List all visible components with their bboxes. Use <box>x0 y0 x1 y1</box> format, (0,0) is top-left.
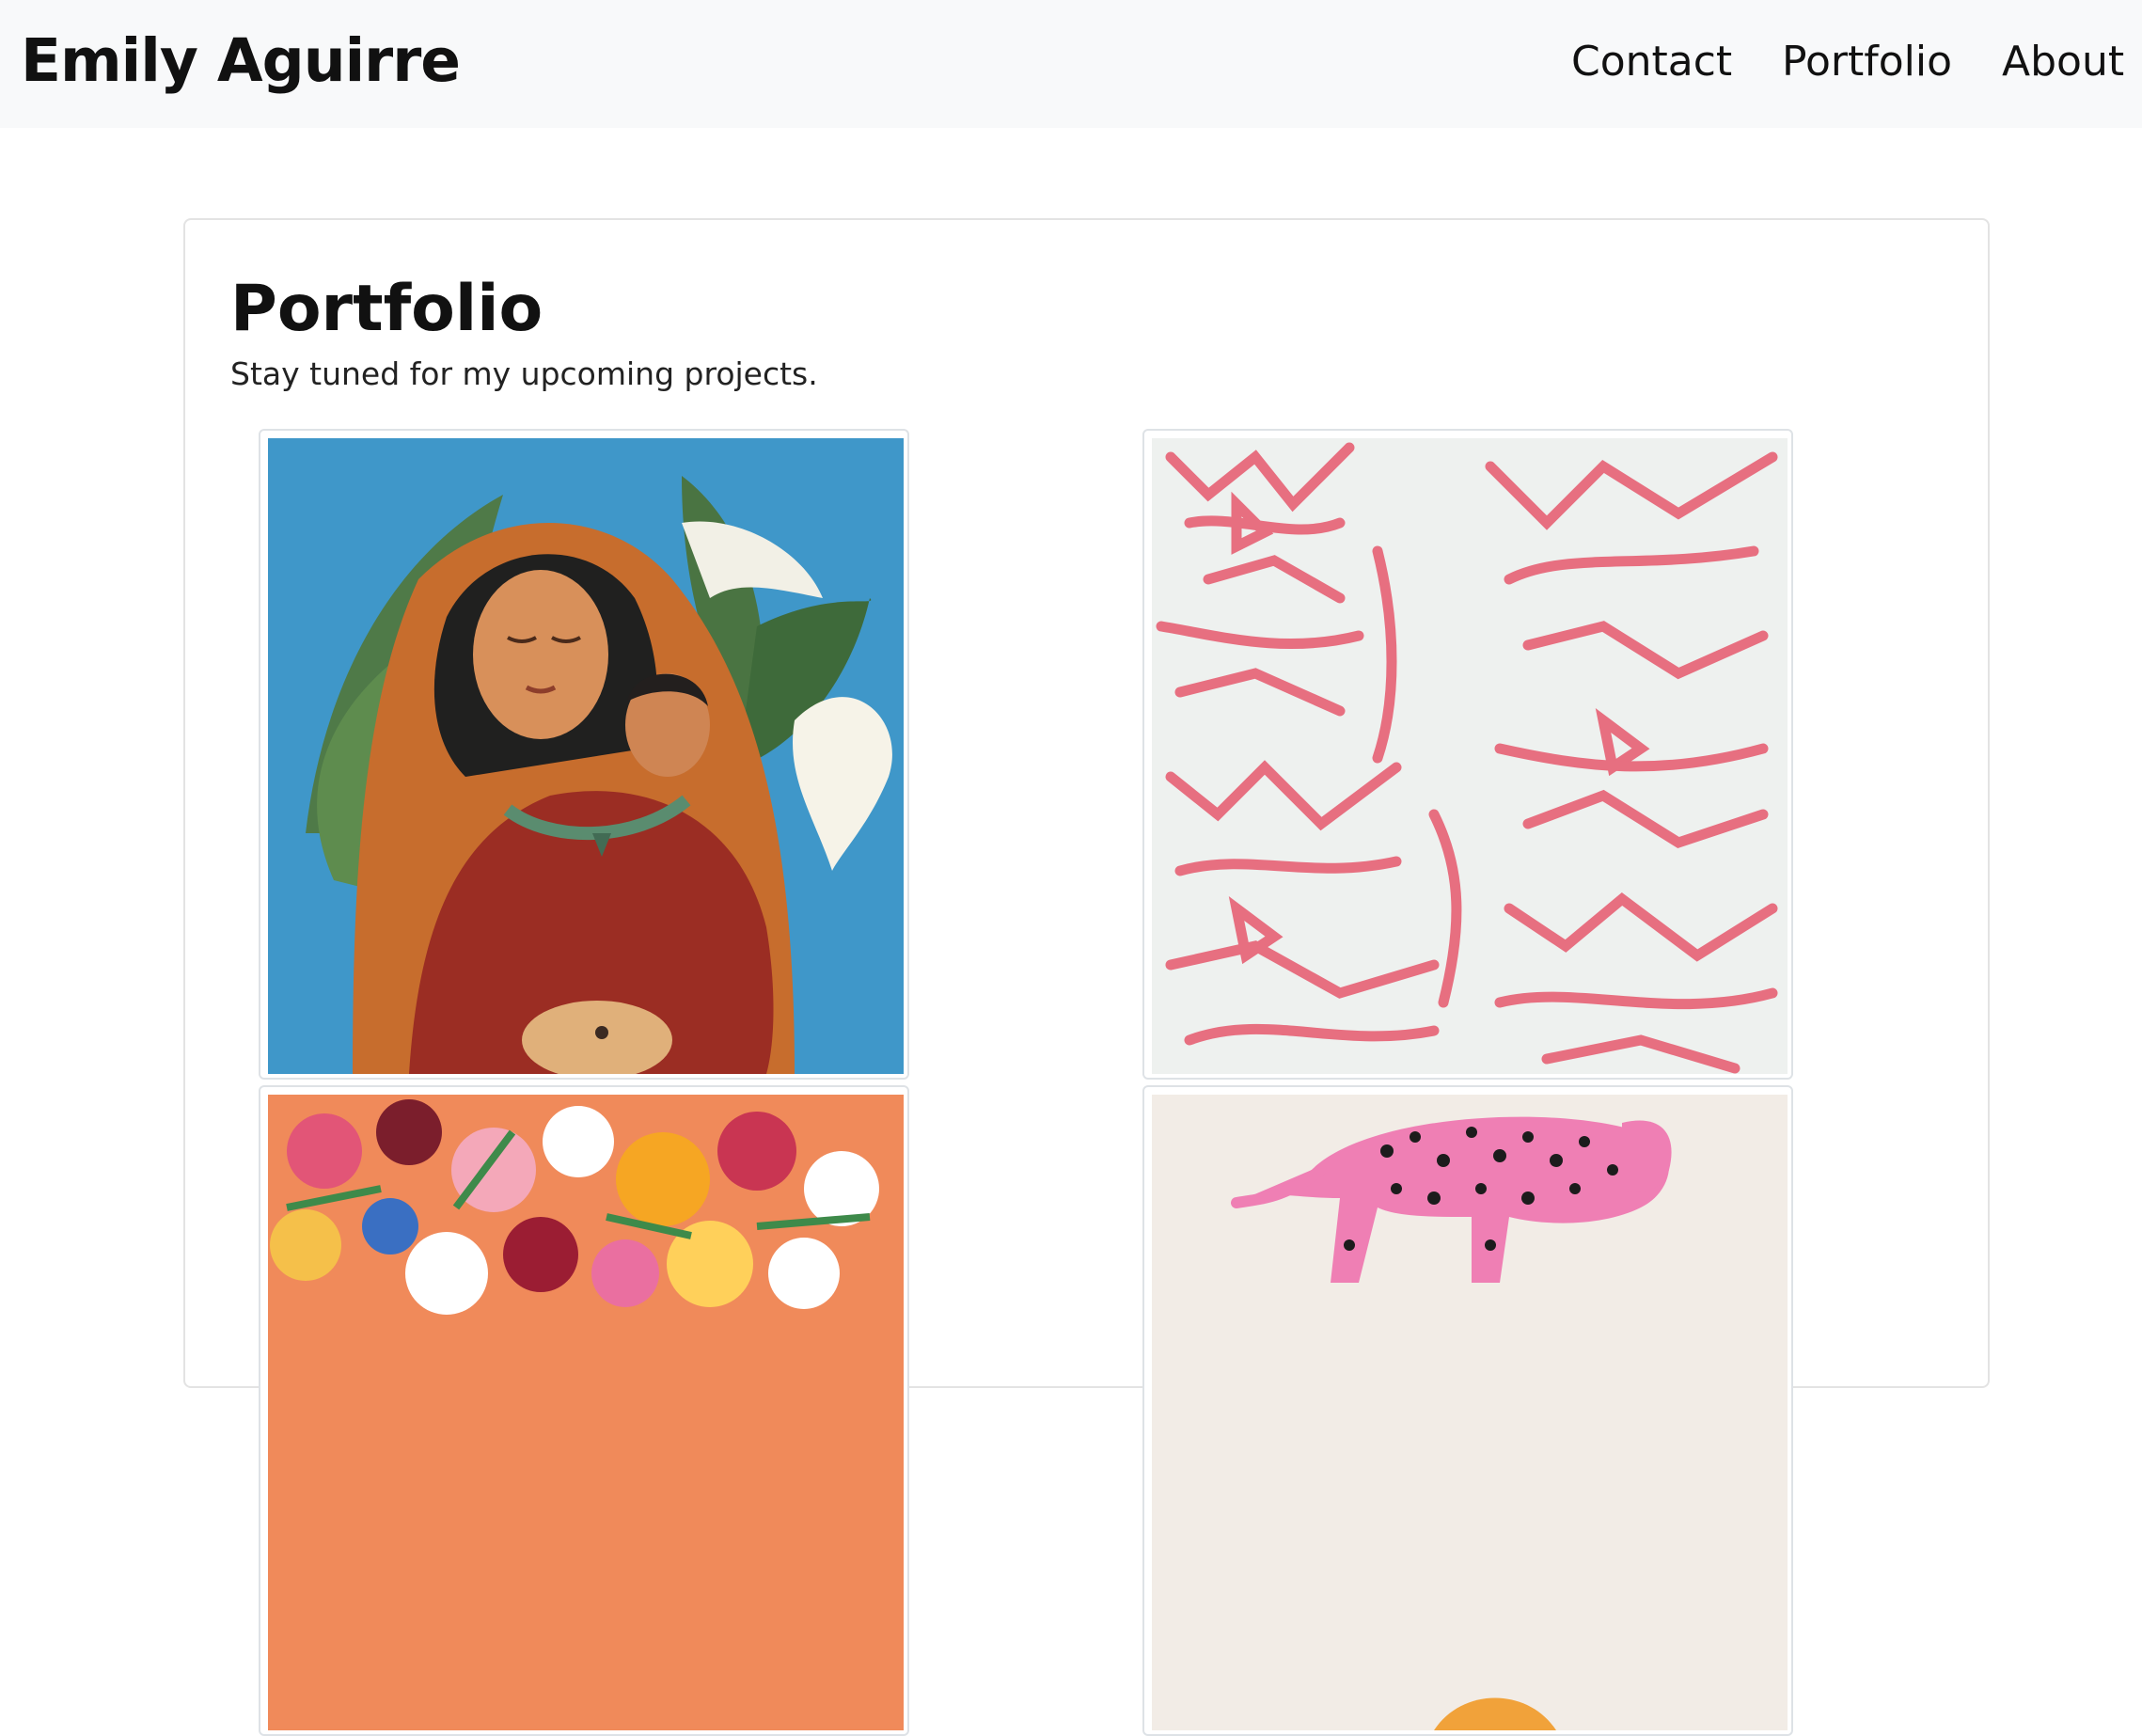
navbar: Emily Aguirre Contact Portfolio About <box>0 0 2142 128</box>
mother-and-child-painting-image <box>268 438 904 1074</box>
gallery-item-flower-bouquet[interactable] <box>259 1085 909 1736</box>
flower-bouquet-painting-image <box>268 1095 904 1730</box>
gallery-item-pink-leopard[interactable] <box>1142 1085 1793 1736</box>
portfolio-card: Portfolio Stay tuned for my upcoming pro… <box>183 218 1990 1736</box>
gallery-item-tiger-pattern[interactable] <box>1142 429 1793 1080</box>
brand-logo[interactable]: Emily Aguirre <box>21 23 461 100</box>
gallery-item-mother-and-child[interactable] <box>259 429 909 1080</box>
nav-link-portfolio[interactable]: Portfolio <box>1782 34 1952 90</box>
nav-link-contact[interactable]: Contact <box>1571 34 1732 90</box>
page-subtitle: Stay tuned for my upcoming projects. <box>230 355 818 392</box>
page-title: Portfolio <box>230 272 543 346</box>
nav-link-about[interactable]: About <box>2002 34 2124 90</box>
pink-leopard-illustration-image <box>1152 1095 1788 1730</box>
pink-tiger-pattern-image <box>1152 438 1788 1074</box>
